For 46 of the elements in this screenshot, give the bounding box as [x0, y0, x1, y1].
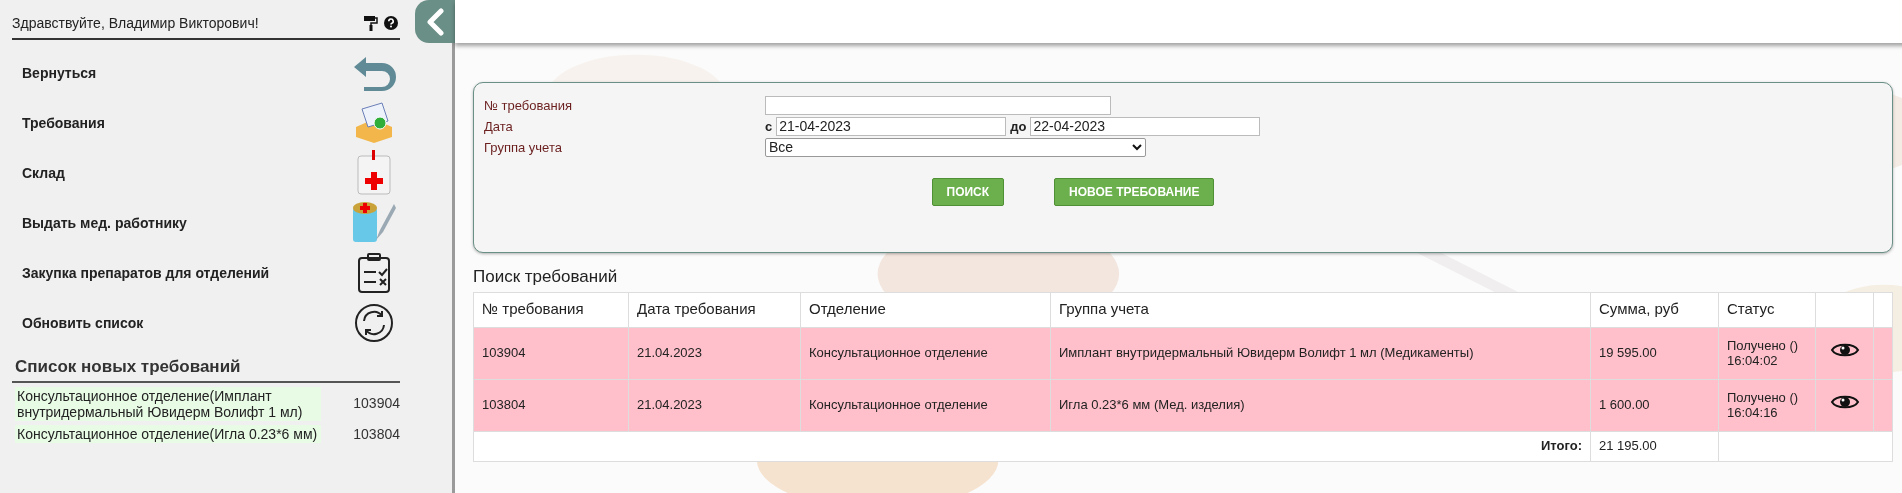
table-cell: Консультационное отделение	[800, 379, 1051, 431]
chevron-down-icon	[1132, 144, 1142, 151]
table-cell: 21.04.2023	[628, 327, 801, 379]
table-cell: 103904	[473, 327, 629, 379]
collapse-sidebar-button[interactable]	[415, 0, 455, 43]
table-cell: 21.04.2023	[628, 379, 801, 431]
column-header: Группа учета	[1050, 292, 1591, 327]
total-cell: 21 195.00	[1590, 431, 1719, 461]
table-cell: 1 600.00	[1590, 379, 1719, 431]
menu-item[interactable]: Склад	[12, 148, 400, 198]
help-icon[interactable]	[384, 16, 398, 30]
menu-item[interactable]: Требования	[12, 98, 400, 148]
menu-item[interactable]: Выдать мед. работнику	[12, 198, 400, 248]
date-to-field[interactable]: 22-04-2023	[1030, 117, 1261, 136]
table-cell: Получено () 16:04:02	[1718, 327, 1816, 379]
table-cell: Имплант внутридермальный Ювидерм Волифт 1 мл (Медикаменты)	[1050, 327, 1591, 379]
request-number-field[interactable]	[765, 96, 1111, 115]
total-label: Итого:	[1541, 438, 1582, 454]
refresh-icon	[354, 303, 394, 343]
menu-item[interactable]: Вернуться	[12, 48, 400, 98]
table-cell: 19 595.00	[1590, 327, 1719, 379]
column-header: Дата требования	[628, 292, 801, 327]
field-label: № требования	[484, 96, 573, 115]
table-title: Поиск требований	[473, 266, 619, 288]
column-header: Отделение	[800, 292, 1051, 327]
chevron-left-icon	[426, 7, 444, 36]
to-label: до	[1010, 117, 1027, 136]
new-requests-title: Список новых требований	[12, 354, 400, 383]
date-from-field[interactable]: 21-04-2023	[776, 117, 1007, 136]
table-cell: Получено () 16:04:16	[1718, 379, 1816, 431]
table-cell: 103804	[473, 379, 629, 431]
field-label: Группа учета	[484, 138, 563, 157]
menu-item[interactable]: Обновить список	[12, 298, 400, 348]
column-header: Сумма, руб	[1590, 292, 1719, 327]
menu-item[interactable]: Закупка препаратов для отделений	[12, 248, 400, 298]
column-header: Статус	[1718, 292, 1816, 327]
field-label: Дата	[484, 117, 514, 136]
table-cell: Консультационное отделение	[800, 327, 1051, 379]
column-header: № требования	[473, 292, 629, 327]
group-select[interactable]: Все	[765, 138, 1146, 157]
greeting: Здравствуйте, Владимир Викторович!	[12, 13, 259, 33]
clipboard-checklist-icon	[357, 252, 391, 294]
paint-roller-icon[interactable]	[364, 15, 378, 31]
table-cell: Игла 0.23*6 мм (Мед. изделия)	[1050, 379, 1591, 431]
medical-box-icon	[354, 150, 394, 196]
from-label: с	[765, 117, 773, 136]
